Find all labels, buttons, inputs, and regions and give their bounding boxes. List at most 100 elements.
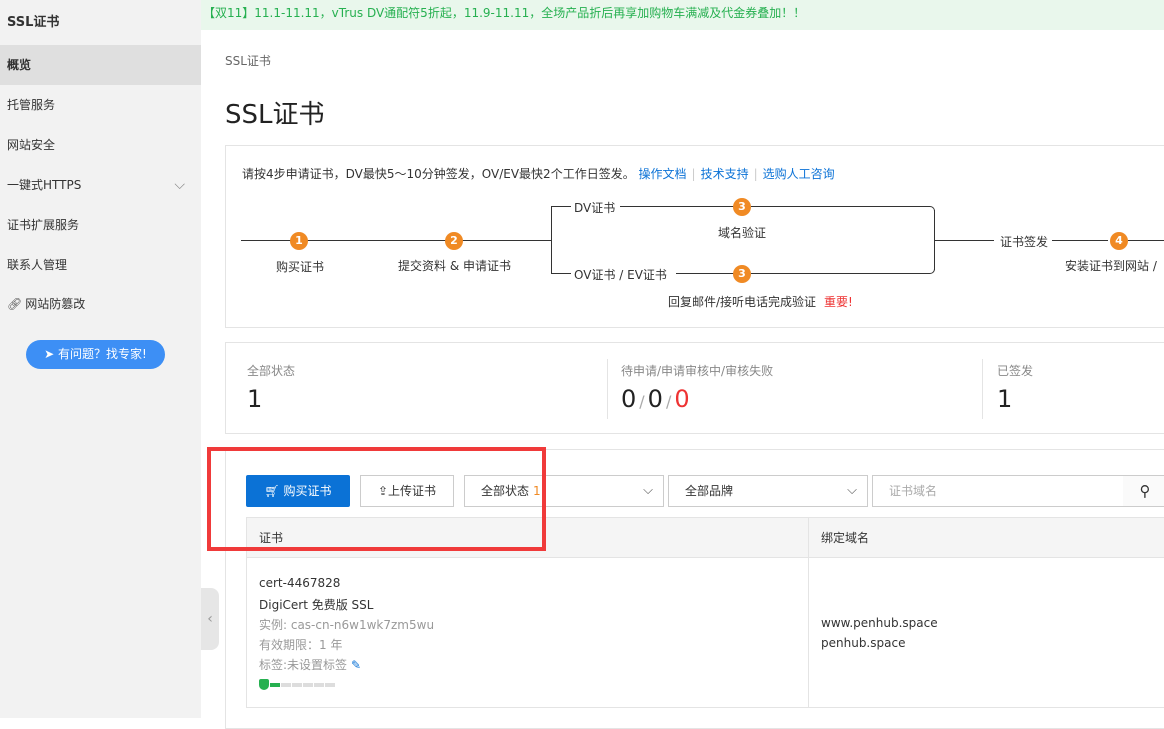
stat-reviewing-count[interactable]: 0 [648,385,663,413]
cert-id[interactable]: cert-4467828 [259,576,340,590]
stat-pending-values: 0/0/0 [621,385,690,413]
column-header-domain: 绑定域名 [821,531,870,545]
flow-line [620,206,734,207]
sidebar-item-cert-extension[interactable]: 证书扩展服务 [0,205,201,245]
sidebar: SSL证书 概览 托管服务 网站安全 一键式HTTPS ⌵ 证书扩展服务 联系人管… [0,0,201,718]
status-count-badge: 1 [533,484,541,498]
link-separator: | [691,167,696,181]
stat-issued-label: 已签发 [997,364,1034,378]
sidebar-item-label: 一键式HTTPS [7,178,82,192]
shield-icon [259,679,269,690]
search-icon: ⚲ [1139,482,1151,500]
sidebar-item-contacts[interactable]: 联系人管理 [0,245,201,285]
docs-link[interactable]: 操作文档 [639,167,687,181]
ask-expert-button[interactable]: ➤ 有问题？找专家! [26,340,165,369]
cart-icon: 🛒︎ [264,484,284,498]
brand-select[interactable]: 全部品牌 ⌵ [668,475,868,507]
chevron-down-icon: ⌵ [643,483,653,498]
flow-line [676,273,734,274]
status-select-value: 全部状态 [481,484,530,498]
sidebar-item-one-click-https[interactable]: 一键式HTTPS ⌵ [0,165,201,205]
stat-all-value[interactable]: 1 [247,385,262,413]
flow-line [1052,240,1108,241]
step-3-ov-number: 3 [733,265,751,283]
cert-name: DigiCert 免费版 SSL [259,598,374,612]
sidebar-item-label: 网站安全 [7,138,56,152]
steps-intro-text: 请按4步申请证书，DV最快5～10分钟签发，OV/EV最快2个工作日签发。 [242,167,635,181]
issue-label: 证书签发 [1000,235,1049,249]
bound-domain: www.penhub.space [821,616,938,630]
sidebar-item-hosting[interactable]: 托管服务 [0,85,201,125]
cert-security-indicator [259,677,335,691]
ask-expert-label: 有问题？找专家! [58,347,147,361]
bird-icon: ➤ [44,347,59,361]
upload-certificate-label: 上传证书 [388,484,437,498]
table-border [246,517,247,707]
steps-intro: 请按4步申请证书，DV最快5～10分钟签发，OV/EV最快2个工作日签发。 操作… [242,165,835,182]
breadcrumb: SSL证书 [225,54,271,68]
important-note: 重要! [824,295,853,309]
flow-line [1128,240,1164,241]
sidebar-collapse-toggle[interactable]: ‹ [201,588,219,650]
page-title: SSL证书 [225,100,325,130]
sidebar-item-website-security[interactable]: 网站安全 [0,125,201,165]
strength-bar-segment [270,682,280,687]
step-2-label: 提交资料 & 申请证书 [398,259,511,273]
column-separator [808,517,809,707]
stat-failed-count[interactable]: 0 [674,385,689,413]
cert-validity: 有效期限：1 年 [259,638,343,652]
tech-support-link[interactable]: 技术支持 [701,167,749,181]
buy-certificate-label: 购买证书 [283,484,332,498]
sidebar-item-label: 托管服务 [7,98,56,112]
flow-line [241,240,551,241]
search-button[interactable]: ⚲ [1123,475,1164,507]
sidebar-item-anti-tamper[interactable]: 🔗︎ 网站防篡改 [0,284,201,324]
stat-all-label: 全部状态 [247,364,296,378]
link-separator: | [753,167,758,181]
upload-certificate-button[interactable]: ⇪上传证书 [360,475,454,507]
buy-certificate-button[interactable]: 🛒︎ 购买证书 [246,475,350,507]
column-header-certificate: 证书 [259,531,284,545]
cert-instance: 实例: cas-cn-n6w1wk7zm5wu [259,618,435,632]
ov-ev-cert-label: OV证书 / EV证书 [574,268,667,282]
ov-step-3-label: 回复邮件/接听电话完成验证 重要! [668,293,853,310]
table-row-border [246,707,1164,708]
link-icon: 🔗︎ [7,297,23,311]
stat-pending-count[interactable]: 0 [621,385,636,413]
step-4-label: 安装证书到网站 / [1065,259,1157,273]
domain-search-input[interactable]: 证书域名 [872,475,1124,507]
step-1-number: 1 [290,232,308,250]
step-4-number: 4 [1110,232,1128,250]
sidebar-item-label: 联系人管理 [7,258,68,272]
chevron-down-icon: ⌵ [174,177,185,193]
status-select[interactable]: 全部状态 1 ⌵ [464,475,664,507]
step-2-number: 2 [445,232,463,250]
strength-bar-segment [292,682,302,687]
stat-divider [607,359,608,419]
sidebar-item-label: 证书扩展服务 [7,218,80,232]
sidebar-item-overview[interactable]: 概览 [0,45,201,85]
stat-divider [982,359,983,419]
flow-line [751,206,930,207]
stat-pending-label: 待申请/申请审核中/审核失败 [621,364,774,378]
stats-panel: 全部状态 1 待申请/申请审核中/审核失败 0/0/0 已签发 1 [225,342,1164,434]
flow-line [551,206,552,274]
step-3-dv-number: 3 [733,198,751,216]
flow-line [551,273,571,274]
upload-icon: ⇪ [377,484,389,498]
flow-line [751,273,930,274]
dv-step-3-label: 域名验证 [718,226,767,240]
strength-bar-segment [325,682,335,687]
consult-link[interactable]: 选购人工咨询 [763,167,835,181]
promo-banner: 【双11】11.1-11.11，vTrus DV通配符5折起，11.9-11.1… [201,0,1164,30]
sidebar-item-label: 概览 [7,58,32,72]
edit-icon[interactable]: ✎ [351,658,361,672]
slash: / [639,392,645,411]
stat-issued-value[interactable]: 1 [997,385,1012,413]
dv-cert-label: DV证书 [574,201,616,215]
step-1-label: 购买证书 [276,260,325,274]
ov-step-3-text: 回复邮件/接听电话完成验证 [668,295,817,309]
bound-domain: penhub.space [821,636,906,650]
cert-tags: 标签:未设置标签 ✎ [259,656,361,673]
strength-bar-segment [314,682,324,687]
